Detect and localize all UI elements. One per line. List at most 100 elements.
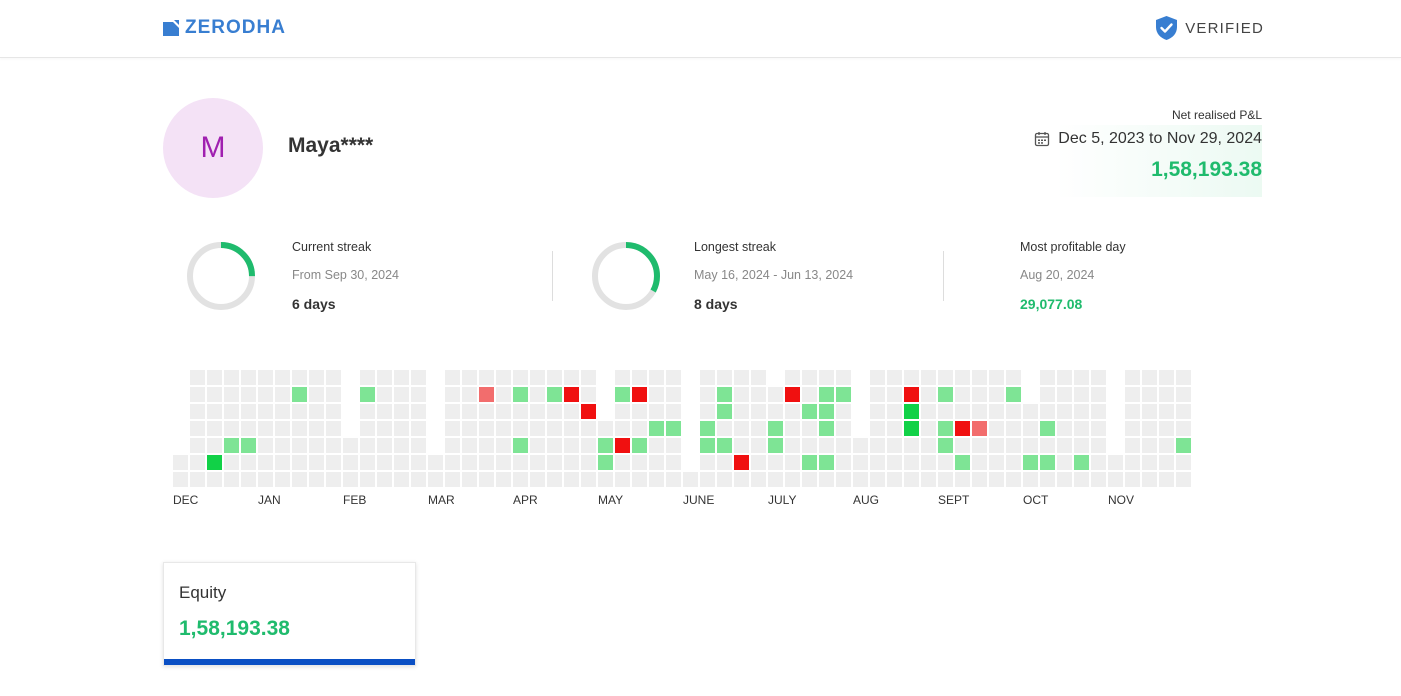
heatmap-day-cell[interactable] [564,404,579,419]
heatmap-day-cell[interactable] [887,472,902,487]
heatmap-day-cell[interactable] [904,404,919,419]
heatmap-day-cell[interactable] [598,472,613,487]
heatmap-day-cell[interactable] [1091,370,1106,385]
heatmap-day-cell[interactable] [292,455,307,470]
heatmap-day-cell[interactable] [343,438,358,453]
heatmap-day-cell[interactable] [802,455,817,470]
heatmap-day-cell[interactable] [1108,455,1123,470]
heatmap-day-cell[interactable] [836,387,851,402]
heatmap-day-cell[interactable] [938,370,953,385]
heatmap-day-cell[interactable] [1142,438,1157,453]
heatmap-day-cell[interactable] [496,472,511,487]
heatmap-day-cell[interactable] [921,370,936,385]
heatmap-day-cell[interactable] [445,387,460,402]
heatmap-day-cell[interactable] [530,455,545,470]
heatmap-day-cell[interactable] [360,438,375,453]
heatmap-day-cell[interactable] [496,438,511,453]
heatmap-day-cell[interactable] [190,455,205,470]
heatmap-day-cell[interactable] [1159,404,1174,419]
heatmap-day-cell[interactable] [428,472,443,487]
heatmap-day-cell[interactable] [462,370,477,385]
heatmap-day-cell[interactable] [547,438,562,453]
heatmap-day-cell[interactable] [989,438,1004,453]
heatmap-day-cell[interactable] [666,438,681,453]
heatmap-day-cell[interactable] [904,438,919,453]
heatmap-day-cell[interactable] [1091,472,1106,487]
heatmap-day-cell[interactable] [819,421,834,436]
heatmap-day-cell[interactable] [326,472,341,487]
heatmap-day-cell[interactable] [547,404,562,419]
heatmap-day-cell[interactable] [496,455,511,470]
heatmap-day-cell[interactable] [615,387,630,402]
heatmap-day-cell[interactable] [258,370,273,385]
heatmap-day-cell[interactable] [717,455,732,470]
heatmap-day-cell[interactable] [190,421,205,436]
heatmap-day-cell[interactable] [190,404,205,419]
heatmap-day-cell[interactable] [717,472,732,487]
heatmap-day-cell[interactable] [615,438,630,453]
heatmap-day-cell[interactable] [275,370,290,385]
heatmap-day-cell[interactable] [224,438,239,453]
heatmap-day-cell[interactable] [207,455,222,470]
heatmap-day-cell[interactable] [462,387,477,402]
heatmap-day-cell[interactable] [1159,370,1174,385]
heatmap-day-cell[interactable] [785,438,800,453]
heatmap-day-cell[interactable] [564,387,579,402]
heatmap-day-cell[interactable] [1142,421,1157,436]
heatmap-day-cell[interactable] [870,472,885,487]
heatmap-day-cell[interactable] [989,370,1004,385]
heatmap-day-cell[interactable] [853,455,868,470]
heatmap-day-cell[interactable] [411,455,426,470]
heatmap-day-cell[interactable] [445,455,460,470]
heatmap-day-cell[interactable] [462,472,477,487]
heatmap-day-cell[interactable] [819,387,834,402]
heatmap-day-cell[interactable] [411,472,426,487]
heatmap-day-cell[interactable] [632,455,647,470]
heatmap-day-cell[interactable] [1125,370,1140,385]
heatmap-day-cell[interactable] [564,455,579,470]
heatmap-day-cell[interactable] [462,404,477,419]
heatmap-day-cell[interactable] [343,455,358,470]
heatmap-day-cell[interactable] [700,421,715,436]
heatmap-day-cell[interactable] [1176,472,1191,487]
heatmap-day-cell[interactable] [275,472,290,487]
heatmap-day-cell[interactable] [921,404,936,419]
heatmap-day-cell[interactable] [564,438,579,453]
heatmap-day-cell[interactable] [904,421,919,436]
heatmap-day-cell[interactable] [751,421,766,436]
heatmap-day-cell[interactable] [734,387,749,402]
heatmap-day-cell[interactable] [292,387,307,402]
heatmap-day-cell[interactable] [972,472,987,487]
heatmap-day-cell[interactable] [547,455,562,470]
heatmap-day-cell[interactable] [1074,455,1089,470]
heatmap-day-cell[interactable] [734,455,749,470]
heatmap-day-cell[interactable] [904,455,919,470]
heatmap-day-cell[interactable] [598,455,613,470]
heatmap-day-cell[interactable] [768,421,783,436]
heatmap-day-cell[interactable] [802,438,817,453]
heatmap-day-cell[interactable] [615,472,630,487]
heatmap-day-cell[interactable] [479,370,494,385]
heatmap-day-cell[interactable] [530,387,545,402]
heatmap-day-cell[interactable] [1142,455,1157,470]
heatmap-day-cell[interactable] [1176,455,1191,470]
heatmap-day-cell[interactable] [224,472,239,487]
heatmap-day-cell[interactable] [1125,421,1140,436]
heatmap-day-cell[interactable] [666,370,681,385]
heatmap-day-cell[interactable] [1176,404,1191,419]
heatmap-day-cell[interactable] [1159,387,1174,402]
heatmap-day-cell[interactable] [632,438,647,453]
heatmap-day-cell[interactable] [717,438,732,453]
heatmap-day-cell[interactable] [904,472,919,487]
heatmap-day-cell[interactable] [258,438,273,453]
heatmap-day-cell[interactable] [377,370,392,385]
heatmap-day-cell[interactable] [717,387,732,402]
heatmap-day-cell[interactable] [411,438,426,453]
heatmap-day-cell[interactable] [972,438,987,453]
heatmap-day-cell[interactable] [513,387,528,402]
heatmap-day-cell[interactable] [394,404,409,419]
heatmap-day-cell[interactable] [1125,387,1140,402]
heatmap-day-cell[interactable] [989,455,1004,470]
heatmap-day-cell[interactable] [836,404,851,419]
heatmap-day-cell[interactable] [1142,404,1157,419]
